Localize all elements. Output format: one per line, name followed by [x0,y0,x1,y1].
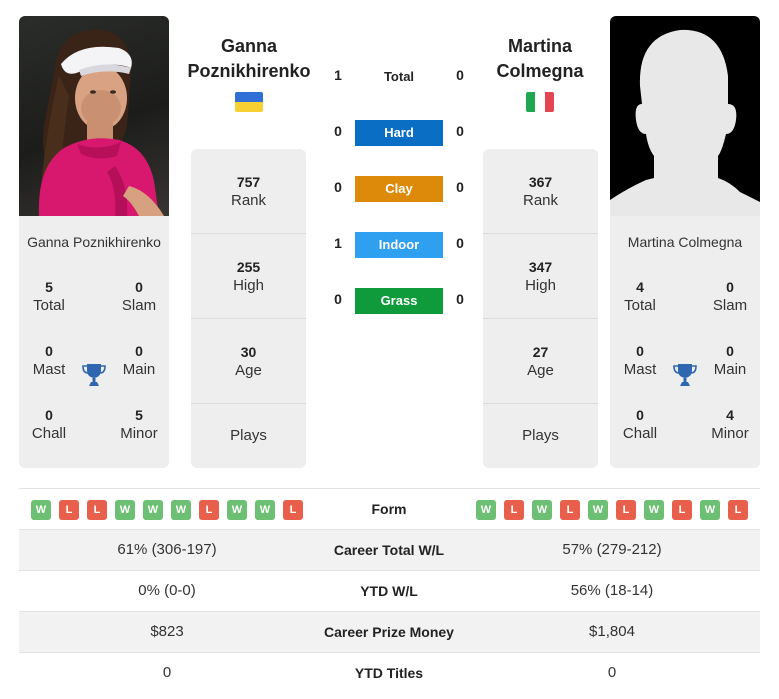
player2-ytd-titles: 0 [607,664,617,681]
player1-card-name: Ganna Poznikhirenko [27,234,161,250]
player1-career-wl: 61% (306-197) [117,541,217,558]
player1-high: 255 High [191,234,306,319]
form-loss-badge[interactable]: L [59,500,79,520]
player-photo-icon [38,29,164,216]
h2h-grass-p1: 0 [334,291,342,307]
player2-prize-money: $1,804 [589,623,635,640]
player2-high: 347 High [483,234,598,319]
player1-titles-total: 5 Total [33,279,65,314]
form-win-badge[interactable]: W [476,500,496,520]
form-win-badge[interactable]: W [644,500,664,520]
form-loss-badge[interactable]: L [560,500,580,520]
player2-titles-chall: 0 Chall [622,407,658,442]
career-wl-row: 61% (306-197) Career Total W/L 57% (279-… [19,529,760,570]
form-loss-badge[interactable]: L [728,500,748,520]
form-loss-badge[interactable]: L [87,500,107,520]
form-label: Form [371,501,407,517]
h2h-clay-p1: 0 [334,179,342,195]
player2-photo [610,16,760,216]
player1-form: WLLWWWLWWL [31,500,303,520]
ytd-titles-row: 0 YTD Titles 0 [19,652,760,693]
career-wl-label: Career Total W/L [333,542,445,558]
ytd-wl-label: YTD W/L [360,583,418,599]
player2-age: 27 Age [483,319,598,404]
player1-photo [19,16,169,216]
form-win-badge[interactable]: W [227,500,247,520]
player2-form: WLWLWLWLWL [476,500,748,520]
h2h-grass-p2: 0 [456,291,464,307]
prize-money-row: $823 Career Prize Money $1,804 [19,611,760,652]
player2-stats: 367 Rank 347 High 27 Age Plays [483,149,598,468]
h2h-hard-p1: 0 [334,123,342,139]
player1-titles-minor: 5 Minor [120,407,158,442]
ytd-titles-label: YTD Titles [354,665,424,681]
form-win-badge[interactable]: W [143,500,163,520]
prize-money-label: Career Prize Money [324,624,454,640]
player2-ytd-wl: 56% (18-14) [570,582,654,599]
comparison-table: WLLWWWLWWL Form WLWLWLWLWL 61% (306-197)… [19,488,760,693]
trophy-icon [672,362,698,388]
player2-career-wl: 57% (279-212) [562,541,662,558]
player1-rank: 757 Rank [191,149,306,234]
form-win-badge[interactable]: W [255,500,275,520]
player1-ytd-wl: 0% (0-0) [138,582,196,599]
player1-ytd-titles: 0 [162,664,172,681]
player2-titles-main: 0 Main [713,343,747,378]
form-loss-badge[interactable]: L [199,500,219,520]
surface-grass-button[interactable]: Grass [355,288,443,314]
form-win-badge[interactable]: W [31,500,51,520]
form-win-badge[interactable]: W [115,500,135,520]
h2h-hard-p2: 0 [456,123,464,139]
form-loss-badge[interactable]: L [672,500,692,520]
player2-name[interactable]: Martina Colmegna [465,34,615,84]
player1-titles-mast: 0 Mast [32,343,66,378]
player2-titles-minor: 4 Minor [711,407,749,442]
player2-card: Martina Colmegna 4 Total 0 Slam 0 Mast 0… [610,16,760,468]
silhouette-icon [610,29,760,216]
player1-titles-chall: 0 Chall [31,407,67,442]
h2h-total-p1: 1 [334,67,342,83]
form-win-badge[interactable]: W [171,500,191,520]
h2h-total-label: Total [383,69,415,84]
player1-name[interactable]: Ganna Poznikhirenko [174,34,324,84]
ukraine-flag-icon [235,92,263,112]
form-win-badge[interactable]: W [588,500,608,520]
trophy-icon [81,362,107,388]
player1-prize-money: $823 [150,623,184,640]
surface-hard-button[interactable]: Hard [355,120,443,146]
h2h-indoor-p2: 0 [456,235,464,251]
player1-titles-slam: 0 Slam [121,279,157,314]
form-win-badge[interactable]: W [700,500,720,520]
form-win-badge[interactable]: W [532,500,552,520]
player2-card-name: Martina Colmegna [627,234,743,250]
player2-rank: 367 Rank [483,149,598,234]
player1-titles-main: 0 Main [122,343,156,378]
ytd-wl-row: 0% (0-0) YTD W/L 56% (18-14) [19,570,760,611]
h2h-clay-p2: 0 [456,179,464,195]
player1-plays: Plays [230,427,267,444]
form-loss-badge[interactable]: L [504,500,524,520]
player2-titles-mast: 0 Mast [623,343,657,378]
player1-age: 30 Age [191,319,306,404]
player2-titles-total: 4 Total [624,279,656,314]
surface-indoor-button[interactable]: Indoor [355,232,443,258]
player2-plays: Plays [522,427,559,444]
h2h-indoor-p1: 1 [334,235,342,251]
form-loss-badge[interactable]: L [616,500,636,520]
player2-titles-slam: 0 Slam [712,279,748,314]
player1-stats: 757 Rank 255 High 30 Age Plays [191,149,306,468]
surface-clay-button[interactable]: Clay [355,176,443,202]
form-row: WLLWWWLWWL Form WLWLWLWLWL [19,488,760,529]
player1-card: Ganna Poznikhirenko 5 Total 0 Slam 0 Mas… [19,16,169,468]
h2h-total-p2: 0 [456,67,464,83]
italy-flag-icon [526,92,554,112]
